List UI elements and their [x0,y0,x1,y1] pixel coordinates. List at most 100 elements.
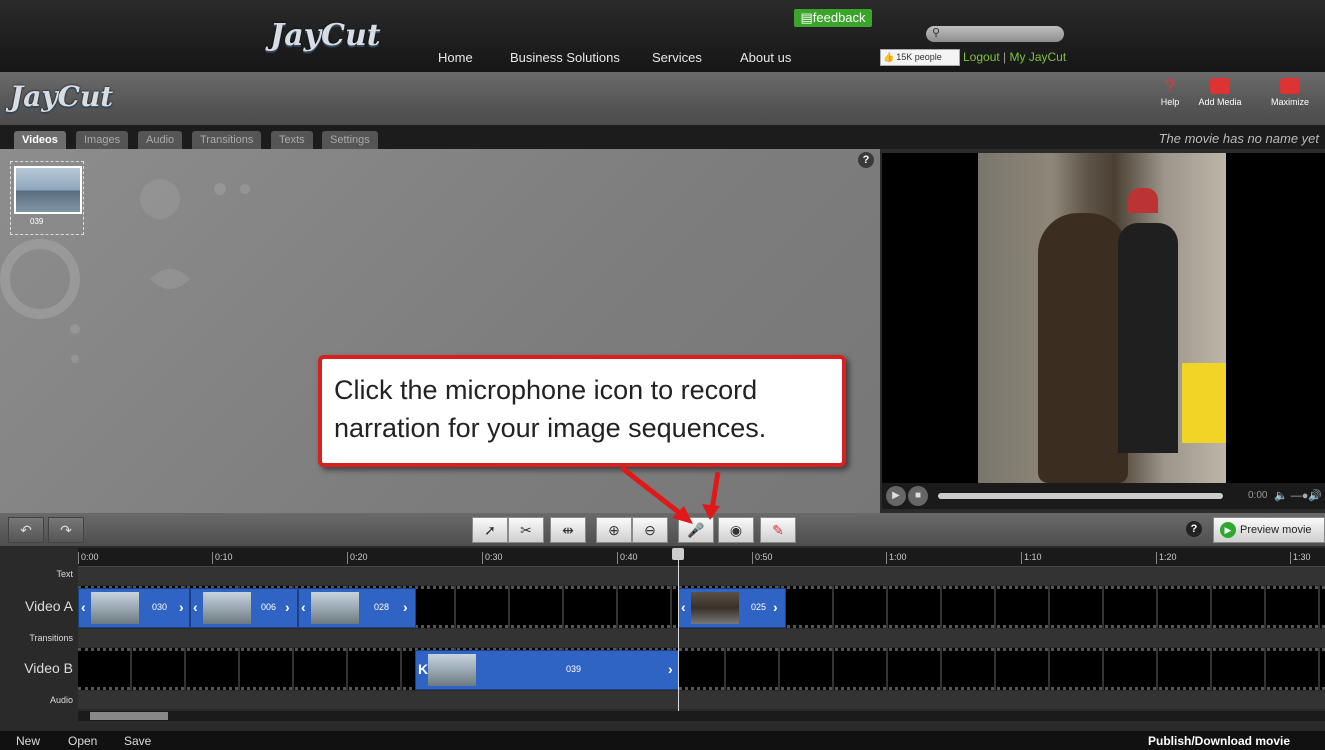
playback-progress-bar[interactable] [938,493,1223,499]
chevron-left-icon[interactable]: ‹ [301,599,306,615]
toolbar-help-icon[interactable]: ? [1186,521,1202,537]
movie-name[interactable]: The movie has no name yet [1159,131,1319,146]
timeline-clip-006[interactable]: ‹ 006 › [190,588,298,628]
chevron-right-icon[interactable]: › [285,599,290,615]
logout-link[interactable]: Logout [963,50,1000,64]
text-track[interactable] [78,567,1325,585]
clip-thumbnail [311,592,359,624]
open-button[interactable]: Open [68,734,97,748]
question-mark-icon: ? [1164,76,1175,96]
chevron-right-icon[interactable]: › [179,599,184,615]
chevron-right-icon[interactable]: › [773,599,778,615]
like-button[interactable]: 👍 15K people [880,49,960,66]
ruler-tick: 0:10 [212,552,233,564]
timeline-clip-039[interactable]: K 039 › [415,650,679,690]
transitions-track[interactable] [78,629,1325,647]
timeline-scrollbar[interactable] [78,711,1325,721]
media-help-icon[interactable]: ? [858,152,874,168]
callout-arrows [620,466,721,524]
playhead[interactable] [678,548,679,711]
tab-videos[interactable]: Videos [14,131,66,149]
ruler-tick: 1:20 [1156,552,1177,564]
row-label-video-b: Video B [24,660,73,676]
timeline-clip-028[interactable]: ‹ 028 › [298,588,416,628]
media-thumbnail-image[interactable] [14,166,82,214]
timeline-clip-025[interactable]: ‹ 025 › [678,588,786,628]
tab-transitions[interactable]: Transitions [192,131,262,149]
maximize-icon [1280,78,1300,94]
ruler-tick: 0:30 [482,552,503,564]
ruler-tick: 1:10 [1021,552,1042,564]
adjust-icon: ⇹ [562,522,574,538]
row-label-text: Text [56,569,73,579]
timeline-clip-030[interactable]: ‹ 030 › [78,588,190,628]
tab-audio[interactable]: Audio [138,131,183,149]
playhead-handle[interactable] [672,548,684,560]
preview-movie-button[interactable]: ▶ Preview movie [1213,517,1325,543]
trim-tool-button[interactable]: ⇹ [550,517,586,543]
redo-button[interactable]: ↷ [48,517,84,543]
row-label-video-a: Video A [24,598,73,614]
add-media-label: Add Media [1198,97,1242,107]
callout-line-1: Click the microphone icon to record [334,375,758,405]
player-time: 0:00 [1248,490,1268,501]
select-tool-button[interactable]: ➚ [472,517,508,543]
video-b-track[interactable] [78,648,1325,690]
volume-slider[interactable]: 🔈 —●🔊 [1274,489,1322,502]
effects-button[interactable]: ✎ [760,517,796,543]
chevron-left-icon[interactable]: ‹ [681,599,686,615]
redo-icon: ↷ [60,522,72,538]
editor-header [0,72,1325,125]
magic-wand-icon: ✎ [772,522,784,538]
chevron-left-icon[interactable]: ‹ [193,599,198,615]
cut-tool-button[interactable]: ✂ [508,517,544,543]
search-input[interactable]: ⚲ [926,26,1064,42]
play-circle-icon: ▶ [1220,522,1236,539]
help-button[interactable]: ? Help [1148,76,1192,107]
publish-download-button[interactable]: Publish/Download movie [1148,734,1290,748]
ruler-tick: 1:00 [886,552,907,564]
ruler-tick: 0:00 [78,552,99,564]
undo-button[interactable]: ↶ [8,517,44,543]
row-label-transitions: Transitions [29,633,73,643]
feedback-label: feedback [812,10,866,25]
chevron-left-icon[interactable]: ‹ [81,599,86,615]
clip-thumbnail [428,654,476,686]
tab-texts[interactable]: Texts [271,131,313,149]
nav-business-solutions-link[interactable]: Business Solutions [510,50,620,65]
nav-home-link[interactable]: Home [438,50,473,65]
maximize-button[interactable]: Maximize [1268,78,1312,107]
clip-label: 039 [566,664,582,674]
audio-track[interactable] [78,691,1325,709]
clip-label: 030 [152,602,168,612]
feedback-icon: ▤ [800,10,813,25]
ruler-tick: 0:50 [752,552,773,564]
chevron-right-icon[interactable]: › [403,599,408,615]
cursor-icon: ➚ [484,522,496,538]
tab-settings[interactable]: Settings [322,131,378,149]
tab-images[interactable]: Images [76,131,129,149]
callout-line-2: narration for your image sequences. [334,413,767,443]
nav-services-link[interactable]: Services [652,50,702,65]
stop-icon[interactable]: ■ [908,486,928,506]
add-media-button[interactable]: Add Media [1198,78,1242,107]
save-button[interactable]: Save [124,734,151,748]
site-logo[interactable]: JayCut [270,18,381,53]
my-jaycut-link[interactable]: My JayCut [1010,50,1067,64]
new-button[interactable]: New [16,734,40,748]
preview-frame-image [978,153,1226,483]
trim-start-icon[interactable]: K [418,661,428,677]
trim-end-icon[interactable]: › [668,661,673,677]
scrollbar-thumb[interactable] [90,712,168,720]
feedback-button[interactable]: ▤feedback [794,9,872,27]
nav-about-us-link[interactable]: About us [740,50,791,65]
ruler-tick: 0:40 [617,552,638,564]
play-icon[interactable]: ▶ [886,486,906,506]
link-separator: | [999,50,1010,64]
camera-add-icon [1210,78,1230,94]
clip-label: 006 [261,602,277,612]
clip-thumbnail [203,592,251,624]
timeline-ruler [78,548,1325,567]
preview-movie-label: Preview movie [1240,524,1312,536]
clip-thumbnail [691,592,739,624]
